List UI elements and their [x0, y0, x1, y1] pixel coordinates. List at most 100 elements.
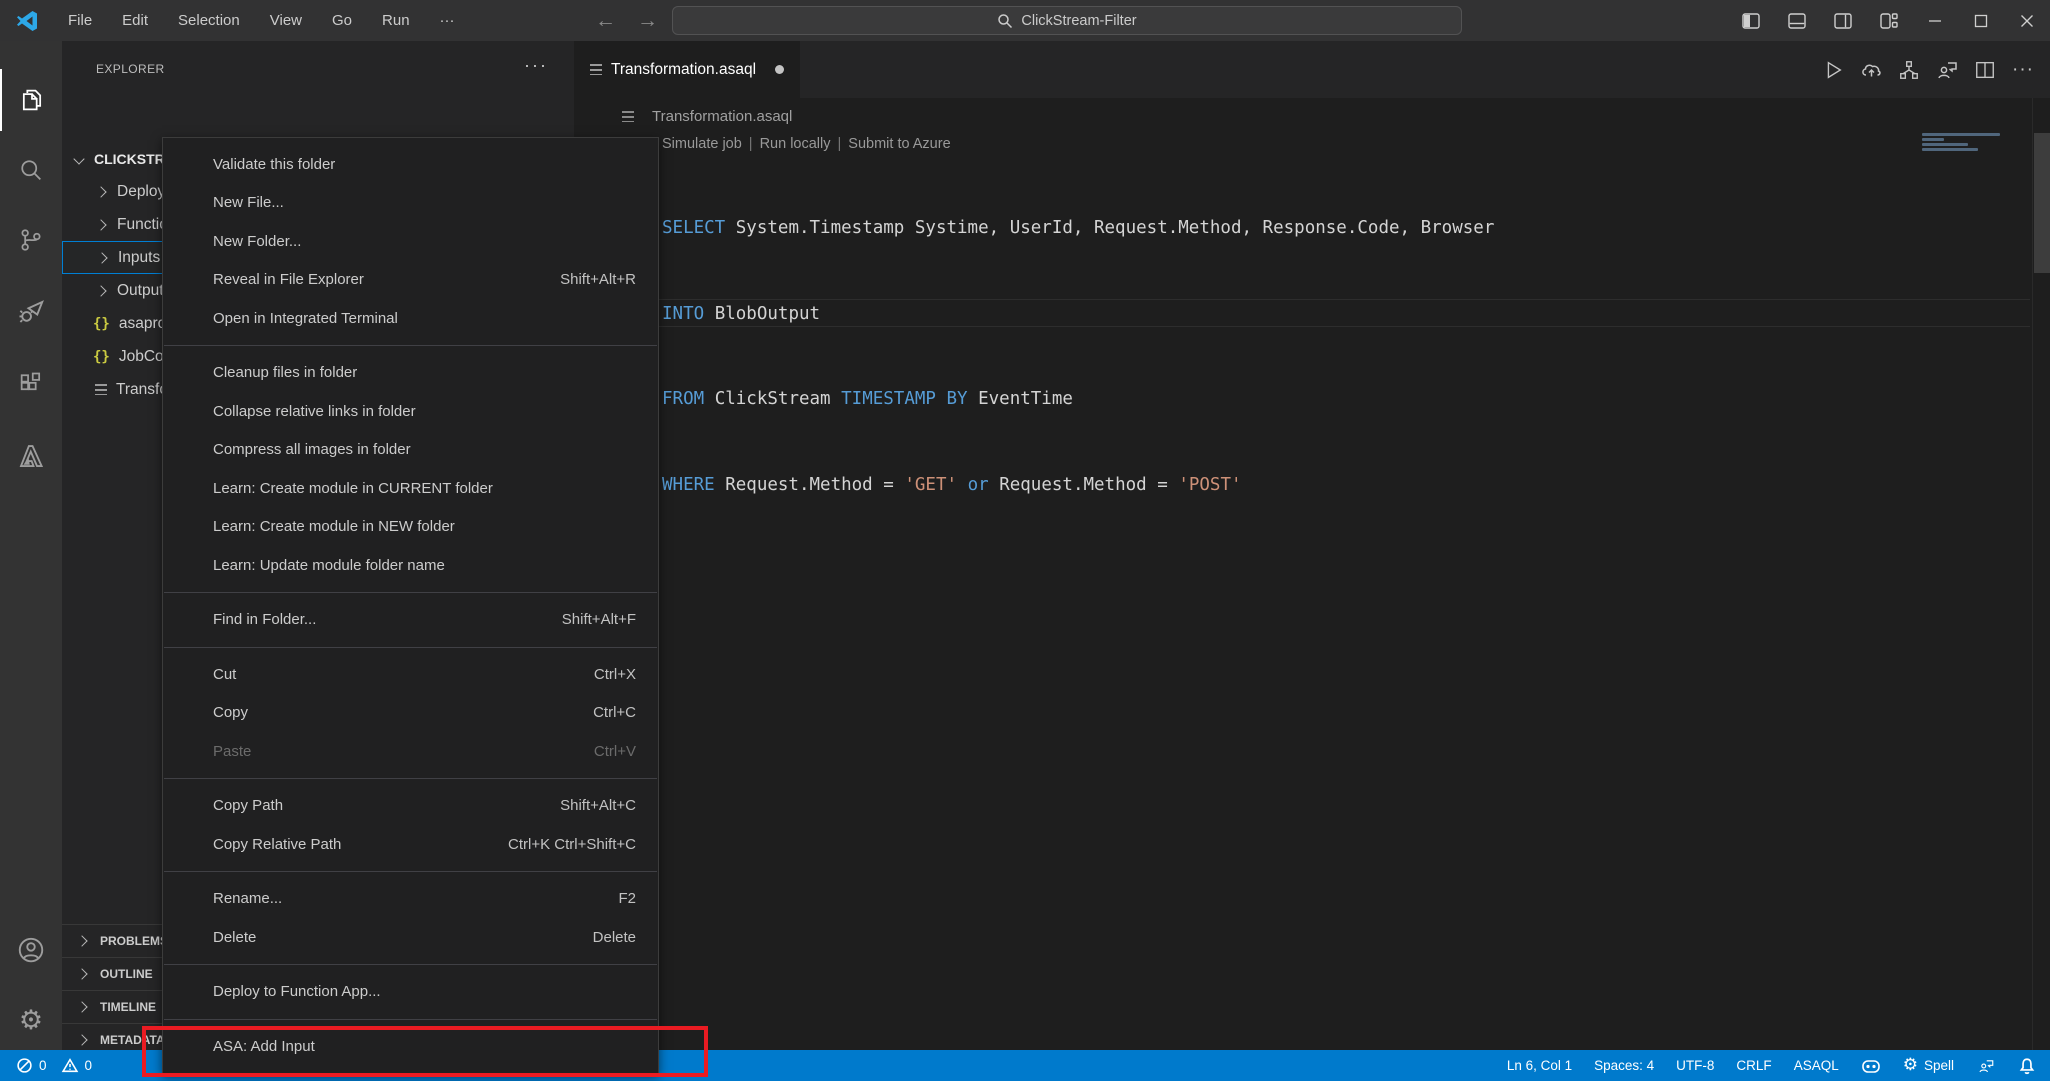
nav-back-icon[interactable]: ←	[583, 9, 628, 33]
minimap[interactable]	[1922, 133, 2002, 153]
menu-copy-relative-path[interactable]: Copy Relative Path Ctrl+K Ctrl+Shift+C	[163, 825, 658, 864]
minimize-button[interactable]	[1912, 0, 1958, 41]
spell-gear-icon: ⚙	[1902, 1055, 1918, 1075]
menu-go[interactable]: Go	[317, 0, 367, 41]
problems-status[interactable]: 0 0	[16, 1057, 92, 1074]
tab-transformation[interactable]: Transformation.asaql	[574, 41, 801, 98]
feedback-icon[interactable]	[1928, 51, 1966, 89]
account-icon[interactable]	[0, 919, 62, 981]
error-count: 0	[39, 1058, 47, 1073]
encoding[interactable]: UTF-8	[1676, 1058, 1714, 1073]
search-text: ClickStream-Filter	[1021, 12, 1137, 29]
split-editor-icon[interactable]	[1966, 51, 2004, 89]
close-button[interactable]	[2004, 0, 2050, 41]
notifications-bell-icon[interactable]	[2018, 1057, 2036, 1075]
title-bar: File Edit Selection View Go Run ··· ← → …	[0, 0, 2050, 41]
copilot-icon[interactable]	[1861, 1058, 1881, 1074]
run-icon[interactable]	[1814, 51, 1852, 89]
current-line-highlight	[659, 299, 2030, 327]
menu-selection[interactable]: Selection	[163, 0, 255, 41]
status-right: Ln 6, Col 1 Spaces: 4 UTF-8 CRLF ASAQL ⚙…	[1507, 1050, 2036, 1081]
window-controls	[1728, 0, 2050, 41]
menu-validate-folder[interactable]: Validate this folder	[163, 145, 658, 184]
sidebar-more-icon[interactable]: ···	[524, 55, 548, 76]
menu-edit[interactable]: Edit	[107, 0, 163, 41]
menu-learn-create-current[interactable]: Learn: Create module in CURRENT folder	[163, 469, 658, 508]
toggle-secondary-sidebar-icon[interactable]	[1820, 0, 1866, 41]
menu-copy[interactable]: Copy Ctrl+C	[163, 694, 658, 733]
menu-reveal-explorer[interactable]: Reveal in File Explorer Shift+Alt+R	[163, 261, 658, 300]
toggle-panel-icon[interactable]	[1774, 0, 1820, 41]
eol-sequence[interactable]: CRLF	[1736, 1058, 1771, 1073]
menu-open-terminal[interactable]: Open in Integrated Terminal	[163, 299, 658, 338]
code-area[interactable]: SELECT System.Timestamp Systime, UserId,…	[662, 157, 1494, 556]
more-actions-icon[interactable]: ···	[2004, 51, 2042, 89]
menu-view[interactable]: View	[255, 0, 317, 41]
nav-forward-icon[interactable]: →	[625, 9, 670, 33]
chevron-right-icon	[96, 251, 108, 264]
cloud-upload-icon[interactable]	[1852, 51, 1890, 89]
settings-gear-icon[interactable]: ⚙	[0, 989, 62, 1051]
chevron-right-icon	[76, 1001, 88, 1013]
section-label: OUTLINE	[100, 967, 153, 981]
codelens-separator: |	[837, 136, 842, 152]
tab-strip: Transformation.asaql ···	[574, 41, 2050, 98]
tab-label: Transformation.asaql	[611, 60, 757, 78]
modified-dot-icon[interactable]	[775, 65, 785, 74]
cursor-position[interactable]: Ln 6, Col 1	[1507, 1058, 1572, 1073]
menu-new-folder[interactable]: New Folder...	[163, 222, 658, 261]
menu-compress-images[interactable]: Compress all images in folder	[163, 431, 658, 470]
code-line: FROM ClickStream TIMESTAMP BY EventTime	[662, 389, 1073, 409]
menu-deploy-function-app[interactable]: Deploy to Function App...	[163, 973, 658, 1012]
command-center-search[interactable]: ClickStream-Filter	[672, 6, 1462, 35]
indentation[interactable]: Spaces: 4	[1594, 1058, 1654, 1073]
language-mode[interactable]: ASAQL	[1794, 1058, 1839, 1073]
azure-icon[interactable]	[0, 425, 62, 487]
asaql-file-icon	[95, 384, 107, 395]
codelens-run-locally[interactable]: Run locally	[760, 136, 831, 152]
source-control-icon[interactable]	[0, 209, 62, 271]
codelens-separator: |	[748, 136, 753, 152]
menu-cleanup-files[interactable]: Cleanup files in folder	[163, 354, 658, 393]
maximize-button[interactable]	[1958, 0, 2004, 41]
asaql-file-icon	[622, 110, 634, 122]
explorer-icon[interactable]	[0, 69, 62, 131]
feedback-smiley-icon[interactable]	[1976, 1057, 1996, 1075]
menu-new-file[interactable]: New File...	[163, 184, 658, 223]
menu-separator	[164, 871, 657, 872]
spell-checker-status[interactable]: ⚙ Spell	[1903, 1057, 1954, 1074]
codelens: Simulate job | Run locally | Submit to Azure	[662, 136, 951, 152]
editor-scrollbar[interactable]	[2032, 98, 2050, 1050]
run-debug-icon[interactable]	[0, 281, 62, 343]
error-icon	[17, 1058, 32, 1073]
search-view-icon[interactable]	[0, 139, 62, 201]
menu-copy-path[interactable]: Copy Path Shift+Alt+C	[163, 787, 658, 826]
chevron-right-icon	[95, 284, 107, 297]
menu-delete[interactable]: Delete Delete	[163, 918, 658, 957]
menu-cut[interactable]: Cut Ctrl+X	[163, 655, 658, 694]
codelens-simulate-job[interactable]: Simulate job	[662, 136, 742, 152]
job-diagram-icon[interactable]	[1890, 51, 1928, 89]
explorer-context-menu: Validate this folder New File... New Fol…	[162, 137, 659, 1074]
codelens-submit-azure[interactable]: Submit to Azure	[848, 136, 950, 152]
menu-run[interactable]: Run	[367, 0, 425, 41]
breadcrumb-label: Transformation.asaql	[652, 107, 793, 125]
menu-more[interactable]: ···	[425, 0, 470, 41]
scrollbar-thumb[interactable]	[2034, 133, 2050, 273]
menu-find-in-folder[interactable]: Find in Folder... Shift+Alt+F	[163, 601, 658, 640]
json-file-icon: {}	[93, 315, 110, 332]
menu-collapse-links[interactable]: Collapse relative links in folder	[163, 392, 658, 431]
customize-layout-icon[interactable]	[1866, 0, 1912, 41]
extensions-icon[interactable]	[0, 353, 62, 415]
menu-rename[interactable]: Rename... F2	[163, 880, 658, 919]
toggle-primary-sidebar-icon[interactable]	[1728, 0, 1774, 41]
editor-actions: ···	[1814, 41, 2042, 98]
menu-file[interactable]: File	[53, 0, 107, 41]
sidebar-header: EXPLORER ···	[62, 41, 574, 96]
menu-separator	[164, 1018, 657, 1020]
breadcrumb[interactable]: Transformation.asaql	[574, 98, 2050, 134]
menu-learn-update-name[interactable]: Learn: Update module folder name	[163, 546, 658, 585]
menu-separator	[164, 345, 657, 346]
menu-learn-create-new[interactable]: Learn: Create module in NEW folder	[163, 508, 658, 547]
vscode-logo-icon	[17, 10, 37, 31]
